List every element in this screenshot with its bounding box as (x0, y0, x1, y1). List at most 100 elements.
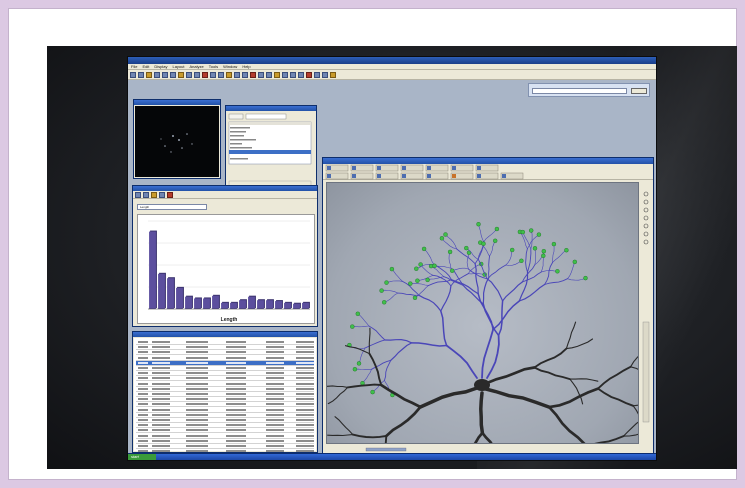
dialog-select[interactable] (245, 113, 287, 120)
neuron-reconstruction (327, 222, 638, 443)
neuron-3d-canvas[interactable] (326, 182, 639, 444)
record-icon[interactable] (306, 72, 312, 78)
histogram-bar (248, 296, 255, 309)
table-cell (186, 372, 208, 375)
rotate-icon[interactable] (202, 72, 208, 78)
dendrite-branch (410, 342, 448, 347)
table-cell (152, 439, 170, 442)
cell-body-icon[interactable] (258, 72, 264, 78)
viewer-slider[interactable] (365, 447, 407, 452)
table-cell (266, 387, 284, 390)
side-tool-light-icon[interactable] (643, 223, 649, 229)
menu-layout[interactable]: Layout (172, 64, 184, 69)
table-cell (226, 341, 246, 343)
measure-select[interactable]: Length (137, 204, 207, 210)
dendrite-endpoint-marker (356, 361, 362, 366)
dendrite-branch (492, 300, 521, 331)
dendrite-endpoint-marker (528, 228, 534, 233)
dendrite-branch (456, 248, 476, 265)
axon-branch (594, 435, 625, 443)
table-cell (138, 445, 148, 447)
chart-options-icon[interactable] (159, 192, 165, 198)
trace-icon[interactable] (234, 72, 240, 78)
axon-branch (481, 431, 493, 443)
side-tool-axis-icon[interactable] (643, 231, 649, 237)
dendrite-endpoint-marker (520, 229, 526, 235)
dendrite-endpoint-marker (379, 288, 384, 293)
dendrite-branch (381, 289, 399, 294)
dendrite-endpoint-marker (449, 268, 455, 273)
table-cell (226, 445, 246, 447)
dendrite-branch (505, 249, 513, 266)
copy-icon[interactable] (162, 72, 168, 78)
export-icon[interactable] (314, 72, 320, 78)
table-cell (296, 393, 314, 395)
menu-analyze[interactable]: Analyze (190, 64, 204, 69)
table-cell (138, 382, 148, 385)
dialog-list-selected-row[interactable] (229, 150, 311, 154)
marker-icon[interactable] (242, 72, 248, 78)
table-cell (138, 439, 148, 442)
dendrite-endpoint-marker (355, 311, 360, 317)
color-icon[interactable] (274, 72, 280, 78)
paste-icon[interactable] (170, 72, 176, 78)
chart-print-icon[interactable] (143, 192, 149, 198)
table-cell (152, 398, 170, 401)
start-button[interactable]: start (128, 454, 156, 460)
table-cell (296, 439, 314, 442)
dendrite-branch (383, 292, 399, 303)
side-tool-rotate-icon[interactable] (643, 191, 649, 197)
table-cell (296, 351, 314, 354)
select-icon[interactable] (218, 72, 224, 78)
dendrite-branch (534, 248, 536, 266)
table-cell (186, 424, 208, 427)
histogram-bar (194, 298, 201, 309)
side-tool-select-icon[interactable] (643, 215, 649, 221)
table-cell (186, 398, 208, 401)
print-icon[interactable] (146, 72, 152, 78)
help-icon[interactable] (330, 72, 336, 78)
render-icon[interactable] (290, 72, 296, 78)
side-tool-pan-icon[interactable] (643, 207, 649, 213)
axon-branch (334, 416, 354, 436)
table-cell (138, 424, 148, 427)
menu-window[interactable]: Window (223, 64, 237, 69)
open-icon[interactable] (130, 72, 136, 78)
measure-icon[interactable] (226, 72, 232, 78)
table-cell (226, 382, 246, 385)
dendrite-branch (518, 271, 529, 302)
menu-edit[interactable]: Edit (142, 64, 149, 69)
viewer-scrollbar[interactable] (642, 321, 650, 423)
settings-icon[interactable] (322, 72, 328, 78)
dendrite-endpoint-marker (384, 280, 389, 285)
menu-help[interactable]: Help (242, 64, 250, 69)
pan-icon[interactable] (210, 72, 216, 78)
search-go-button[interactable] (631, 88, 647, 94)
table-cell (186, 445, 208, 447)
save-icon[interactable] (138, 72, 144, 78)
menu-file[interactable]: File (131, 64, 137, 69)
grid-icon[interactable] (266, 72, 272, 78)
undo-icon[interactable] (178, 72, 184, 78)
search-input[interactable] (532, 88, 627, 94)
cut-icon[interactable] (154, 72, 160, 78)
dialog-tab-button[interactable] (228, 113, 244, 120)
dendrite-branch (488, 264, 507, 279)
chart-type-icon[interactable] (151, 192, 157, 198)
table-cell (138, 413, 148, 416)
table-cell (138, 341, 148, 343)
redo-icon[interactable] (186, 72, 192, 78)
zoom-icon[interactable] (194, 72, 200, 78)
dendrite-branch (448, 251, 452, 269)
dendrite-endpoint-marker (492, 238, 498, 243)
side-tool-reset-icon[interactable] (643, 239, 649, 245)
side-tool-zoom-icon[interactable] (643, 199, 649, 205)
menu-display[interactable]: Display (154, 64, 167, 69)
chart-copy-icon[interactable] (135, 192, 141, 198)
branch-icon[interactable] (250, 72, 256, 78)
lighting-icon[interactable] (282, 72, 288, 78)
chart-export-icon[interactable] (167, 192, 173, 198)
menu-tools[interactable]: Tools (209, 64, 218, 69)
view-3d-icon[interactable] (298, 72, 304, 78)
application-screen: File Edit Display Layout Analyze Tools W… (127, 56, 657, 461)
